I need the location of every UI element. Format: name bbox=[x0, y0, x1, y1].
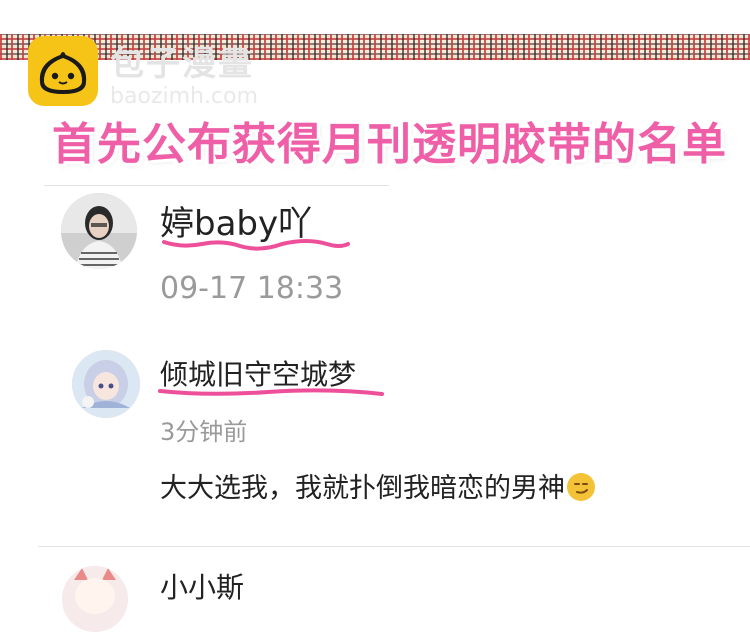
avatar[interactable] bbox=[72, 350, 140, 418]
banner-title: 首先公布获得月刊透明胶带的名单 bbox=[52, 119, 727, 170]
pink-underline bbox=[158, 388, 384, 396]
smirk-emoji-icon bbox=[567, 473, 595, 501]
comment-time: 09-17 18:33 bbox=[160, 271, 344, 306]
watermark-title: 包子漫畫 bbox=[110, 44, 254, 84]
comment-username[interactable]: 小小斯 bbox=[160, 566, 244, 606]
comment-text-body: 大大选我，我就扑倒我暗恋的男神 bbox=[160, 473, 565, 504]
avatar[interactable] bbox=[61, 193, 137, 269]
baozi-bun-icon bbox=[28, 36, 98, 106]
watermark-url: baozimh.com bbox=[110, 84, 258, 109]
comment-time: 3分钟前 bbox=[160, 418, 248, 446]
comment-divider bbox=[38, 546, 750, 547]
comment-text: 大大选我，我就扑倒我暗恋的男神 bbox=[160, 466, 595, 505]
avatar[interactable] bbox=[62, 566, 128, 632]
pink-underline bbox=[162, 239, 350, 251]
divider-top bbox=[44, 185, 389, 186]
